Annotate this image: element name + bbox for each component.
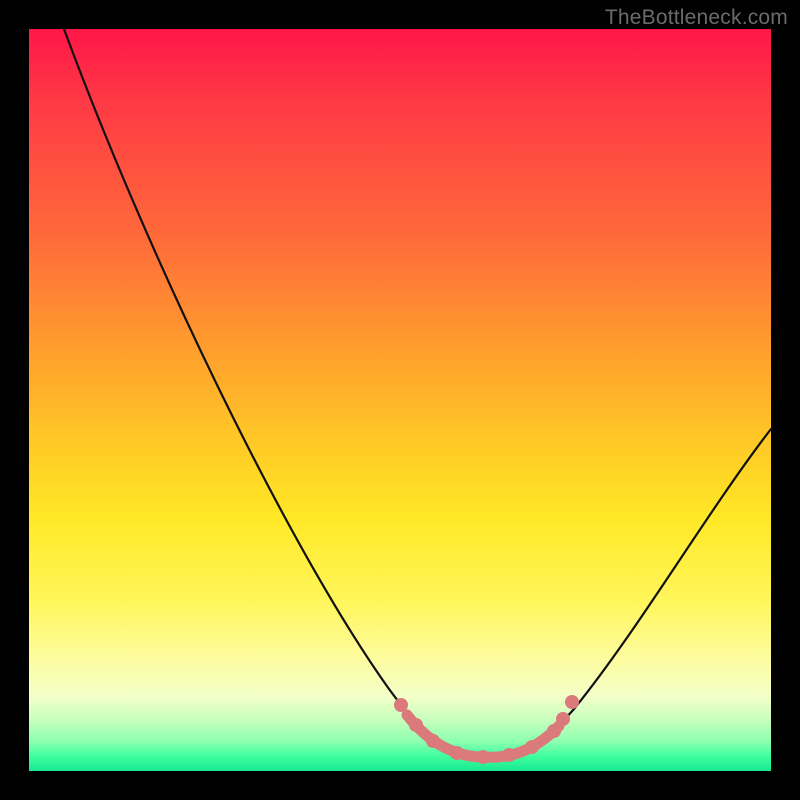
watermark-text: TheBottleneck.com: [605, 6, 788, 30]
bottleneck-curve: [64, 29, 771, 757]
marker-dot: [426, 734, 440, 748]
marker-dot: [409, 718, 423, 732]
chart-frame: TheBottleneck.com: [0, 0, 800, 800]
marker-dot: [556, 712, 570, 726]
marker-dot: [394, 698, 408, 712]
marker-dot: [525, 740, 539, 754]
marker-dot: [450, 746, 464, 760]
marker-dot: [476, 750, 490, 764]
marker-dot: [547, 724, 561, 738]
curve-layer: [29, 29, 771, 771]
marker-dot: [565, 695, 579, 709]
marker-dot: [502, 748, 516, 762]
